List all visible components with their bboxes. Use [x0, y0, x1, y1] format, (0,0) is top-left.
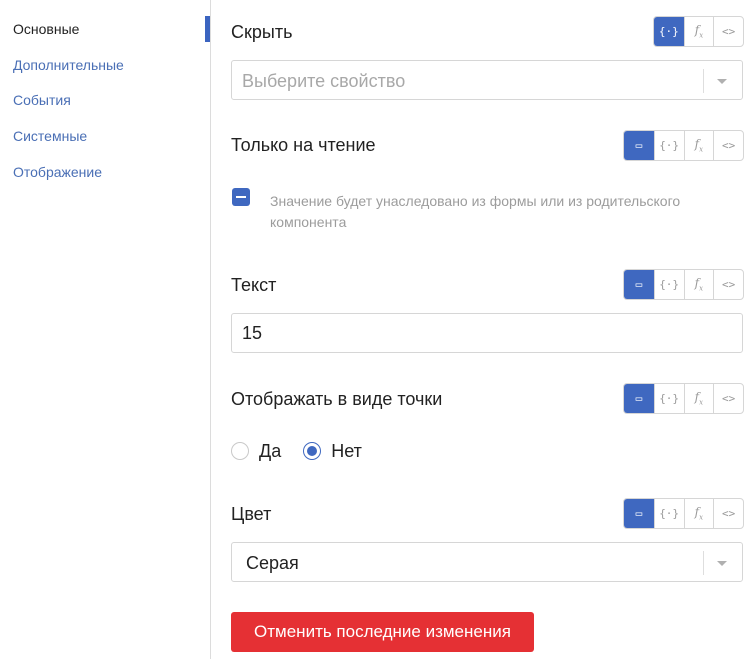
hide-property-placeholder: Выберите свойство	[242, 71, 406, 91]
text-label: Текст	[231, 275, 277, 295]
dot-display-label: Отображать в виде точки	[231, 389, 443, 409]
code-mode-icon[interactable]: <>	[713, 270, 743, 299]
properties-panel: Скрыть {·} fx <> Выберите свойство Тольк…	[231, 0, 744, 659]
static-mode-icon[interactable]: ▭	[624, 270, 654, 299]
binding-mode-icon[interactable]: {·}	[654, 17, 684, 46]
formula-mode-icon[interactable]: fx	[683, 384, 714, 413]
code-mode-icon[interactable]: <>	[713, 131, 743, 160]
active-section-indicator	[205, 16, 210, 42]
readonly-hint: Значение будет унаследовано из формы или…	[270, 193, 681, 230]
dot-display-radio-group: Да Нет	[231, 440, 362, 462]
formula-mode-icon[interactable]: fx	[683, 17, 714, 46]
sidebar-item-system[interactable]: Системные	[13, 127, 87, 145]
static-mode-icon[interactable]: ▭	[624, 384, 654, 413]
static-mode-icon[interactable]: ▭	[624, 499, 654, 528]
settings-sidebar: Основные Дополнительные События Системны…	[0, 0, 211, 659]
hide-label: Скрыть	[231, 22, 293, 42]
radio-option-yes[interactable]: Да	[231, 440, 281, 462]
radio-yes-label: Да	[259, 441, 282, 461]
readonly-label: Только на чтение	[231, 135, 376, 155]
formula-mode-icon[interactable]: fx	[683, 270, 714, 299]
code-mode-icon[interactable]: <>	[713, 499, 743, 528]
binding-mode-icon[interactable]: {·}	[653, 131, 684, 160]
code-mode-icon[interactable]: <>	[713, 17, 743, 46]
color-select-value: Серая	[246, 553, 299, 573]
hide-property-select[interactable]: Выберите свойство	[231, 60, 743, 100]
sidebar-item-display[interactable]: Отображение	[13, 163, 102, 181]
radio-no-label: Нет	[331, 441, 362, 461]
text-input[interactable]	[231, 313, 743, 353]
chevron-down-icon[interactable]	[717, 79, 727, 84]
readonly-checkbox[interactable]	[232, 188, 250, 206]
formula-mode-icon[interactable]: fx	[683, 499, 714, 528]
sidebar-item-basic[interactable]: Основные	[13, 20, 79, 38]
sidebar-item-additional[interactable]: Дополнительные	[13, 56, 124, 74]
radio-no[interactable]	[303, 442, 322, 460]
select-divider	[703, 551, 704, 575]
readonly-mode-switch: ▭ {·} fx <>	[623, 130, 744, 161]
hide-mode-switch: {·} fx <>	[653, 16, 744, 47]
revert-changes-button[interactable]: Отменить последние изменения	[231, 612, 534, 652]
select-divider	[703, 69, 704, 93]
color-mode-switch: ▭ {·} fx <>	[623, 498, 744, 529]
text-mode-switch: ▭ {·} fx <>	[623, 269, 744, 300]
static-mode-icon[interactable]: ▭	[624, 131, 654, 160]
binding-mode-icon[interactable]: {·}	[653, 499, 684, 528]
dot-mode-switch: ▭ {·} fx <>	[623, 383, 744, 414]
formula-mode-icon[interactable]: fx	[683, 131, 714, 160]
sidebar-item-events[interactable]: События	[13, 91, 71, 109]
radio-yes[interactable]	[231, 442, 249, 460]
code-mode-icon[interactable]: <>	[713, 384, 743, 413]
color-select[interactable]: Серая	[231, 542, 743, 582]
binding-mode-icon[interactable]: {·}	[653, 270, 684, 299]
indeterminate-icon	[236, 196, 246, 198]
binding-mode-icon[interactable]: {·}	[653, 384, 684, 413]
radio-option-no[interactable]: Нет	[303, 440, 362, 462]
color-label: Цвет	[231, 504, 272, 524]
chevron-down-icon[interactable]	[717, 561, 727, 566]
